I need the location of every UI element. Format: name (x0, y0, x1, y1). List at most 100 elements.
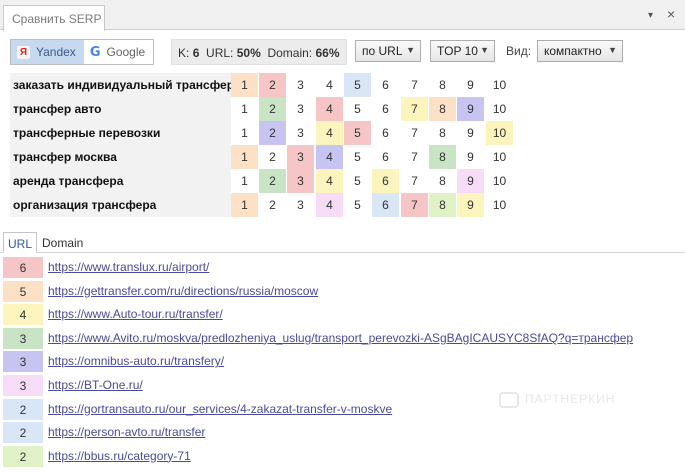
overlap-stats: K: 6 URL: 50% Domain: 66% (171, 39, 347, 65)
position-cell[interactable]: 5 (344, 121, 371, 145)
view-value: компактно (544, 44, 602, 58)
position-cell[interactable]: 7 (401, 97, 428, 121)
view-label: Вид: (506, 44, 532, 58)
position-cell[interactable]: 9 (457, 97, 484, 121)
position-cell[interactable]: 9 (457, 121, 484, 145)
url-link[interactable]: https://gortransauto.ru/our_services/4-z… (48, 402, 392, 416)
close-icon[interactable]: × (667, 6, 675, 22)
url-link[interactable]: https://person-avto.ru/transfer (48, 425, 205, 439)
position-cell[interactable]: 2 (259, 97, 286, 121)
position-cell[interactable]: 1 (231, 121, 258, 145)
query-row: трансфер москва 1 2 3 4 5 6 7 8 9 10 (10, 145, 530, 169)
position-cell[interactable]: 6 (372, 169, 399, 193)
top-select[interactable]: TOP 10 ▼ (430, 40, 495, 62)
position-cell[interactable]: 6 (372, 193, 399, 217)
compare-by-select[interactable]: по URL ▼ (355, 40, 421, 62)
position-cell[interactable]: 4 (316, 145, 343, 169)
position-cell[interactable]: 3 (287, 97, 314, 121)
url-row: 3 https://omnibus-auto.ru/transfery/ (0, 350, 685, 374)
tab-url[interactable]: URL (3, 232, 38, 253)
position-cell[interactable]: 2 (259, 193, 286, 217)
position-cell[interactable]: 8 (429, 121, 456, 145)
google-label: Google (106, 45, 146, 59)
position-cell[interactable]: 10 (486, 193, 513, 217)
position-cell[interactable]: 7 (401, 145, 428, 169)
query-label: трансфер москва (10, 145, 231, 169)
url-list: 6 https://www.translux.ru/airport/5 https:… (0, 256, 685, 468)
position-cell[interactable]: 6 (372, 97, 399, 121)
position-cell[interactable]: 5 (344, 193, 371, 217)
position-cell[interactable]: 6 (372, 121, 399, 145)
position-cell[interactable]: 8 (429, 169, 456, 193)
position-cell[interactable]: 4 (316, 121, 343, 145)
position-cell[interactable]: 8 (429, 97, 456, 121)
url-count: 6 (3, 257, 43, 278)
view-select[interactable]: компактно ▼ (537, 40, 623, 62)
position-cell[interactable]: 8 (429, 145, 456, 169)
position-cell[interactable]: 1 (231, 73, 258, 97)
google-button[interactable]: G Google (84, 40, 153, 64)
position-cell[interactable]: 9 (457, 193, 484, 217)
url-value: 50% (236, 46, 261, 60)
position-cell[interactable]: 6 (372, 145, 399, 169)
position-cell[interactable]: 1 (231, 169, 258, 193)
url-link[interactable]: https://www.translux.ru/airport/ (48, 260, 209, 274)
position-cell[interactable]: 1 (231, 193, 258, 217)
position-cell[interactable]: 10 (486, 121, 513, 145)
position-cell[interactable]: 3 (287, 145, 314, 169)
url-row: 2 https://person-avto.ru/transfer (0, 421, 685, 445)
position-cell[interactable]: 9 (457, 169, 484, 193)
watermark: ПАРТНЕРКИН (499, 392, 615, 408)
position-cell[interactable]: 7 (401, 193, 428, 217)
position-cell[interactable]: 2 (259, 169, 286, 193)
watermark-logo-icon (499, 392, 519, 408)
url-link[interactable]: https://omnibus-auto.ru/transfery/ (48, 354, 224, 368)
url-link[interactable]: https://gettransfer.com/ru/directions/ru… (48, 284, 318, 298)
window-tab[interactable]: Сравнить SERP (3, 5, 105, 31)
url-link[interactable]: https://BT-One.ru/ (48, 378, 143, 392)
position-cell[interactable]: 3 (287, 169, 314, 193)
position-cell[interactable]: 10 (486, 97, 513, 121)
position-cell[interactable]: 3 (287, 193, 314, 217)
yandex-button[interactable]: Я Yandex (11, 40, 84, 64)
url-count: 3 (3, 374, 43, 396)
position-cell[interactable]: 5 (344, 97, 371, 121)
position-cell[interactable]: 3 (287, 121, 314, 145)
position-cell[interactable]: 8 (429, 73, 456, 97)
url-count: 2 (3, 422, 43, 444)
position-cell[interactable]: 4 (316, 97, 343, 121)
position-cell[interactable]: 5 (344, 145, 371, 169)
tab-domain[interactable]: Domain (38, 232, 87, 253)
position-cell[interactable]: 6 (372, 73, 399, 97)
position-cell[interactable]: 1 (231, 145, 258, 169)
query-row: организация трансфера 1 2 3 4 5 6 7 8 9 10 (10, 193, 530, 217)
position-cell[interactable]: 10 (486, 73, 513, 97)
position-cell[interactable]: 3 (287, 73, 314, 97)
url-link[interactable]: https://www.Avito.ru/moskva/predlozheniy… (48, 331, 633, 345)
position-cell[interactable]: 1 (231, 97, 258, 121)
position-cell[interactable]: 4 (316, 193, 343, 217)
position-cell[interactable]: 5 (344, 169, 371, 193)
position-cell[interactable]: 9 (457, 73, 484, 97)
position-cell[interactable]: 10 (486, 169, 513, 193)
position-cell[interactable]: 7 (401, 73, 428, 97)
position-cell[interactable]: 7 (401, 169, 428, 193)
url-count: 5 (3, 280, 43, 302)
url-count: 3 (3, 351, 43, 373)
position-cell[interactable]: 9 (457, 145, 484, 169)
position-cell[interactable]: 4 (316, 73, 343, 97)
url-link[interactable]: https://bbus.ru/category-71 (48, 449, 191, 463)
position-cell[interactable]: 8 (429, 193, 456, 217)
url-label: URL: (206, 46, 234, 60)
position-cell[interactable]: 2 (259, 121, 286, 145)
position-cell[interactable]: 2 (259, 145, 286, 169)
url-link[interactable]: https://www.Auto-tour.ru/transfer/ (48, 307, 223, 321)
url-row: 6 https://www.translux.ru/airport/ (0, 256, 685, 280)
position-cell[interactable]: 5 (344, 73, 371, 97)
position-cell[interactable]: 4 (316, 169, 343, 193)
position-cell[interactable]: 7 (401, 121, 428, 145)
position-cell[interactable]: 2 (259, 73, 286, 97)
chevron-down-icon[interactable]: ▾ (648, 10, 653, 21)
position-cell[interactable]: 10 (486, 145, 513, 169)
k-value: 6 (192, 46, 200, 60)
